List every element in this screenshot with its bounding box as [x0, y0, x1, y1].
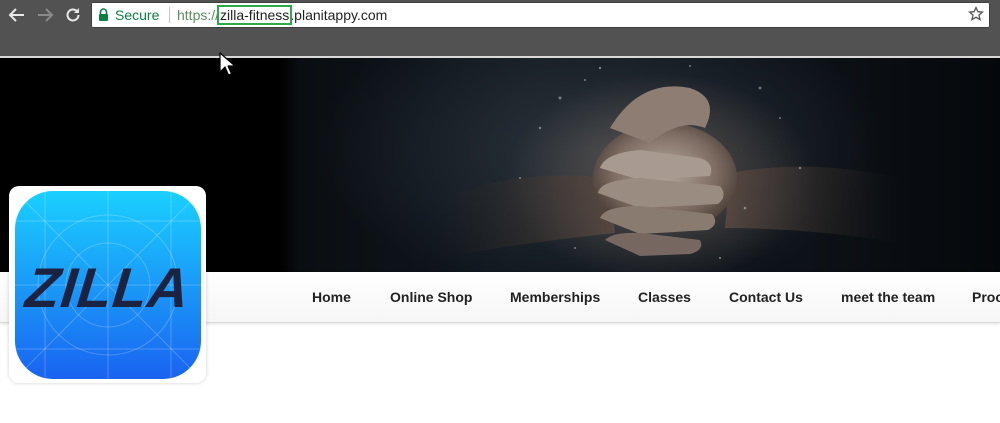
logo-text: ZILLA: [21, 256, 193, 319]
secure-label: Secure: [115, 7, 160, 23]
nav-meet-the-team[interactable]: meet the team: [841, 289, 935, 305]
back-arrow-icon: [8, 8, 24, 22]
forward-button[interactable]: [34, 5, 56, 25]
browser-toolbar: Secure https://zilla-fitness.planitappy.…: [0, 0, 1000, 58]
nav-contact-us[interactable]: Contact Us: [729, 289, 803, 305]
nav-classes[interactable]: Classes: [638, 289, 691, 305]
zilla-logo-card[interactable]: ZILLA: [9, 186, 206, 383]
url-subdomain-highlighted: zilla-fitness: [217, 5, 293, 25]
forward-arrow-icon: [38, 8, 54, 22]
address-bar[interactable]: Secure https://zilla-fitness.planitappy.…: [91, 2, 990, 28]
omnibox-separator: [169, 7, 170, 23]
nav-online-shop[interactable]: Online Shop: [390, 289, 472, 305]
nav-home[interactable]: Home: [312, 289, 351, 305]
bookmark-star-icon[interactable]: [968, 6, 984, 22]
back-button[interactable]: [6, 5, 28, 25]
mouse-cursor-icon: [219, 52, 236, 76]
nav-memberships[interactable]: Memberships: [510, 289, 600, 305]
url-text[interactable]: https://zilla-fitness.planitappy.com: [177, 5, 388, 25]
reload-icon: [66, 8, 80, 22]
zilla-app-logo: ZILLA: [15, 191, 201, 379]
nav-products-truncated[interactable]: Proc: [972, 289, 1000, 305]
url-domain: .planitappy.com: [290, 7, 388, 23]
lock-icon: [99, 8, 108, 21]
reload-button[interactable]: [62, 5, 84, 25]
url-protocol: https://: [177, 7, 220, 23]
